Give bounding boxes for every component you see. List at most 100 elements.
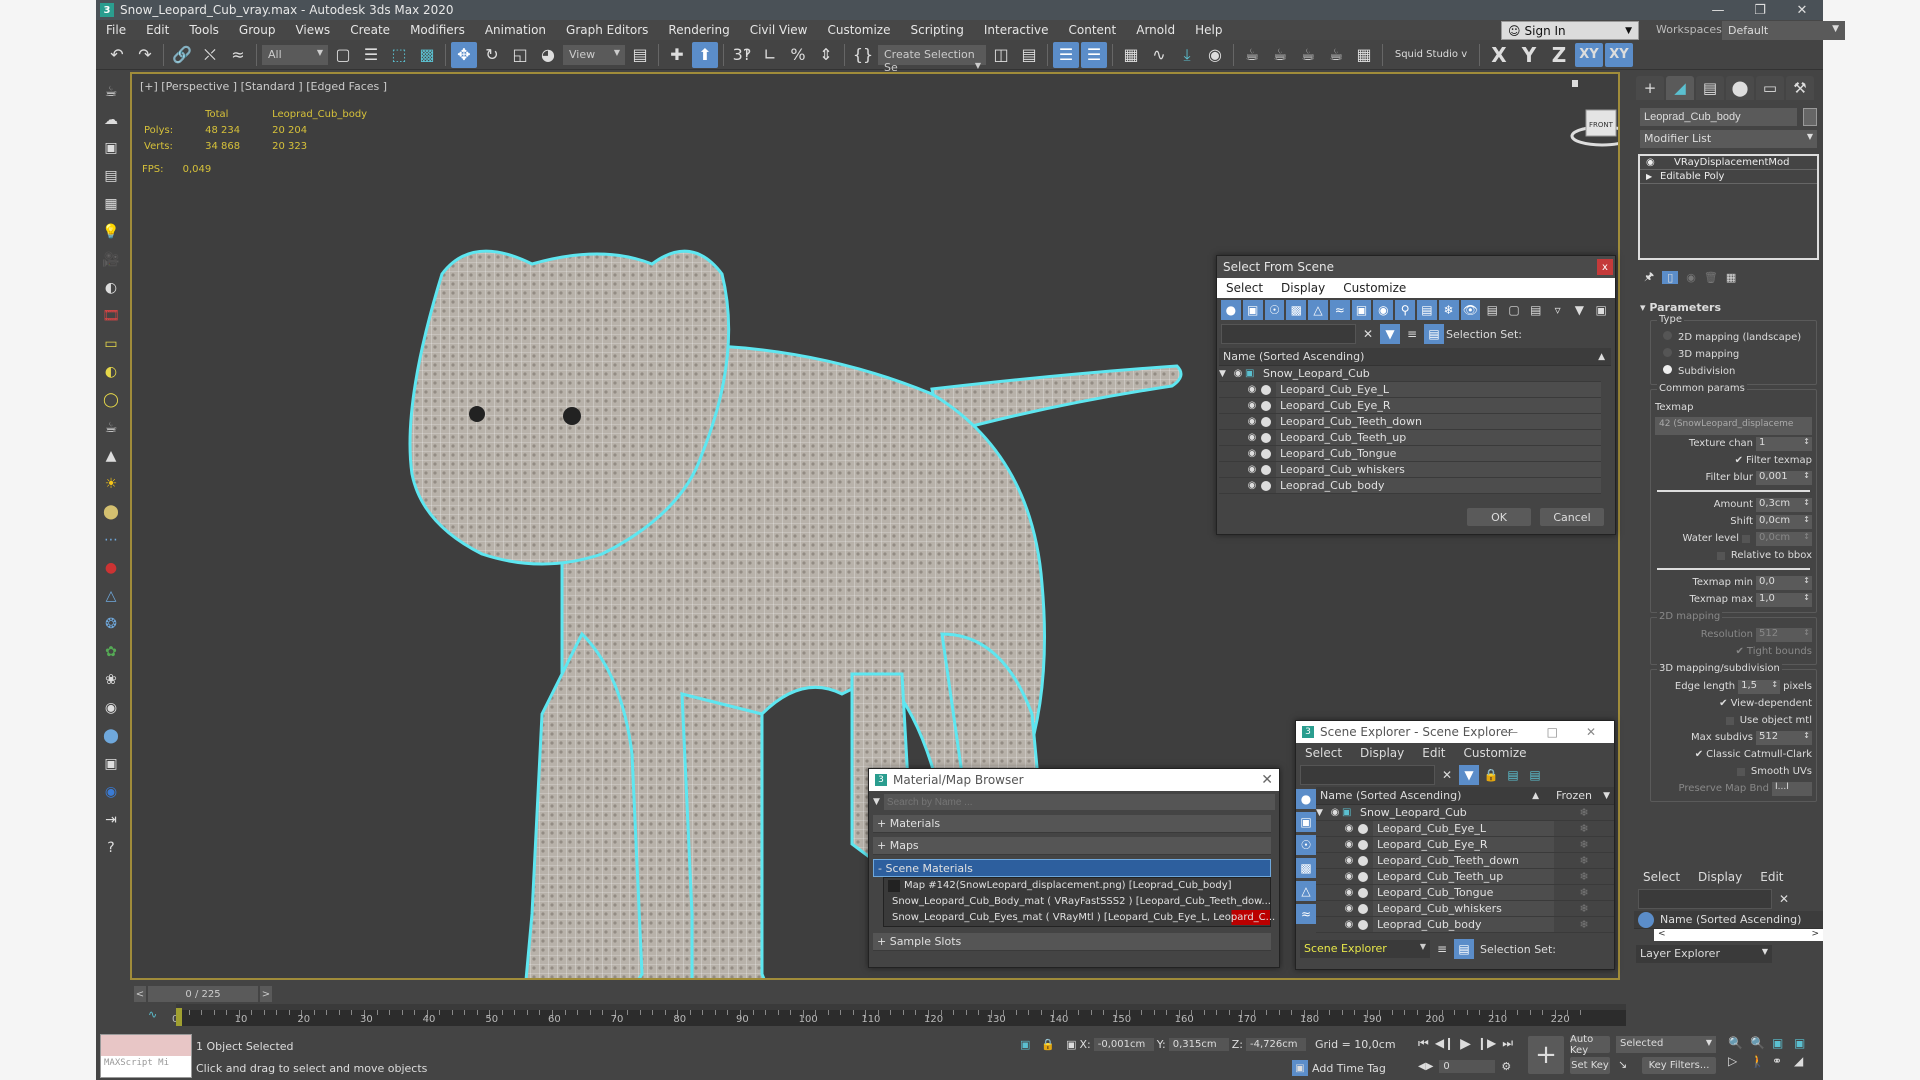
filter-selection-icon[interactable]: ▼ — [1459, 765, 1479, 785]
eye-icon[interactable]: ◉ — [1245, 480, 1259, 491]
tree-row-root[interactable]: ▼ ◉ ▣ Snow_Leopard_Cub ❄ — [1316, 805, 1614, 821]
radio-2d-mapping[interactable]: 2D mapping (landscape) — [1663, 329, 1812, 346]
object-color-swatch[interactable] — [1803, 108, 1817, 126]
menu-civil-view[interactable]: Civil View — [740, 23, 818, 37]
selection-material-icon[interactable]: ◉ — [99, 780, 123, 803]
eye-icon[interactable]: ◉ — [1342, 887, 1356, 898]
layers-icon[interactable]: ≡ — [1432, 939, 1452, 959]
dialog-title-bar[interactable]: Select From Scene x — [1217, 256, 1615, 278]
search-input[interactable] — [1221, 324, 1356, 344]
tree-row[interactable]: ◉ Leopard_Cub_Eye_R ❄ — [1316, 837, 1614, 853]
frozen-filter-icon[interactable]: ❄ — [1438, 300, 1459, 320]
menu-views[interactable]: Views — [285, 23, 340, 37]
grass-icon[interactable]: ✿ — [99, 640, 123, 663]
menu-customize[interactable]: Customize — [1455, 746, 1536, 760]
maxscript-listener[interactable]: MAXScript Mi — [100, 1034, 192, 1078]
filter-blur-spinner[interactable]: 0,001 — [1756, 470, 1812, 485]
set-key-big-button[interactable]: + — [1528, 1036, 1564, 1074]
show-end-result-icon[interactable]: ▯ — [1662, 271, 1679, 284]
axis-constraint-toggle-button[interactable]: XY — [1605, 42, 1633, 67]
motion-tab-icon[interactable]: ⬤ — [1726, 76, 1754, 100]
menu-edit[interactable]: Edit — [1413, 746, 1454, 760]
menu-arnold[interactable]: Arnold — [1126, 23, 1185, 37]
set-key-button[interactable]: Set Key — [1570, 1057, 1610, 1074]
menu-scripting[interactable]: Scripting — [900, 23, 973, 37]
close-icon[interactable]: ✕ — [1586, 725, 1596, 739]
select-move-icon[interactable]: ✥ — [451, 41, 477, 68]
time-config-icon[interactable]: ⚙ — [1501, 1060, 1511, 1073]
helpers-filter-icon[interactable]: △ — [1296, 881, 1316, 901]
cameras-filter-icon[interactable]: ▩ — [1296, 858, 1316, 878]
plane-light-icon[interactable]: ▭ — [99, 332, 123, 355]
frozen-icon[interactable]: ❄ — [1554, 806, 1614, 819]
select-object-icon[interactable]: ▢ — [330, 42, 356, 68]
go-to-start-icon[interactable]: ⏮ — [1418, 1036, 1429, 1052]
curve-editor-mini-icon[interactable]: ∿ — [148, 1008, 157, 1021]
snaps-toggle-icon[interactable]: 3‽ — [729, 42, 755, 68]
eye-icon[interactable]: ◉ — [1245, 400, 1259, 411]
menu-modifiers[interactable]: Modifiers — [400, 23, 475, 37]
frozen-icon[interactable]: ❄ — [1554, 902, 1614, 915]
key-filters-button[interactable]: Key Filters... — [1642, 1057, 1716, 1074]
menu-rendering[interactable]: Rendering — [658, 23, 739, 37]
frozen-icon[interactable]: ❄ — [1554, 854, 1614, 867]
spinner-snap-icon[interactable]: ⇕ — [813, 42, 839, 68]
workspaces-select[interactable]: Default ▼ — [1722, 21, 1845, 40]
metaball-icon[interactable]: ● — [99, 556, 123, 579]
scene-explorer-toggle-icon[interactable]: ☰ — [1053, 41, 1079, 68]
restore-icon[interactable]: ❐ — [1739, 0, 1781, 20]
key-tangent-icon[interactable]: ↘ — [1618, 1058, 1627, 1071]
material-editor-icon[interactable]: ◉ — [1202, 42, 1228, 68]
modifier-item[interactable]: ▶ Editable Poly — [1640, 170, 1817, 184]
expand-icon[interactable]: ▼ — [1219, 369, 1231, 379]
display-all-icon[interactable]: ▤ — [1482, 300, 1502, 320]
sign-in-button[interactable]: ☺ Sign In ▼ — [1501, 21, 1639, 40]
search-by-name-input[interactable] — [883, 794, 1275, 810]
tree-row[interactable]: ◉ Leopard_Cub_whiskers — [1219, 462, 1601, 478]
pivot-center-icon[interactable]: ▤ — [627, 42, 653, 68]
y-field[interactable]: 0,315cm — [1168, 1038, 1229, 1051]
frozen-icon[interactable]: ❄ — [1554, 838, 1614, 851]
modifier-list-dropdown[interactable]: Modifier List ▼ — [1640, 130, 1817, 148]
use-object-mtl-checkbox[interactable]: Use object mtl — [1655, 712, 1812, 729]
filter-icon[interactable]: ▼ — [1603, 791, 1610, 801]
eye-icon[interactable]: ◉ — [1231, 368, 1245, 379]
current-frame-field[interactable]: 0 — [1439, 1060, 1496, 1073]
bones-filter-icon[interactable]: ⚲ — [1395, 300, 1416, 320]
groups-filter-icon[interactable]: ▣ — [1351, 300, 1372, 320]
selection-lock-icon[interactable]: 🔒 — [1041, 1038, 1055, 1051]
render-cloud-icon[interactable]: ☕ — [1323, 42, 1349, 68]
ribbon-icon[interactable]: ▦ — [1118, 42, 1144, 68]
walk-through-icon[interactable]: 🚶 — [1750, 1054, 1772, 1068]
select-by-name-icon[interactable]: ☰ — [358, 42, 384, 68]
zoom-extents-all-icon[interactable]: ▣ — [1794, 1036, 1816, 1050]
utilities-tab-icon[interactable]: ⚒ — [1786, 76, 1814, 100]
tree-row[interactable]: ◉ Leoprad_Cub_body ❄ — [1316, 917, 1614, 933]
amount-spinner[interactable]: 0,3cm — [1756, 497, 1812, 512]
material-assign-icon[interactable]: ▣ — [99, 752, 123, 775]
select-rotate-icon[interactable]: ↻ — [479, 42, 505, 68]
materials-section[interactable]: + Materials — [873, 815, 1271, 833]
home-icon[interactable] — [1572, 80, 1578, 87]
tree-row[interactable]: ◉ Leopard_Cub_Eye_R — [1219, 398, 1601, 414]
minimize-icon[interactable]: — — [1697, 0, 1739, 20]
zoom-icon[interactable]: 🔍 — [1728, 1036, 1750, 1050]
object-name-input[interactable] — [1640, 108, 1797, 126]
dialog-title-bar[interactable]: 3 Scene Explorer - Scene Explorer — □ ✕ — [1296, 721, 1614, 743]
maximize-icon[interactable]: □ — [1547, 725, 1558, 739]
add-time-tag-button[interactable]: ▣ Add Time Tag — [1292, 1060, 1386, 1076]
maxscript-input[interactable]: MAXScript Mi — [101, 1056, 191, 1070]
hidden-filter-icon[interactable]: 👁 — [1460, 300, 1481, 320]
fur-icon[interactable]: ❂ — [99, 612, 123, 635]
invert-display-icon[interactable]: ▤ — [1526, 300, 1546, 320]
eye-icon[interactable]: ◉ — [1342, 919, 1356, 930]
layer-filter-icon[interactable] — [1638, 911, 1654, 928]
cancel-button[interactable]: Cancel — [1540, 508, 1604, 526]
link-icon[interactable]: 🔗 — [169, 42, 195, 68]
texmap-button[interactable]: 42 (SnowLeopard_displaceme — [1655, 417, 1812, 435]
window-crossing-icon[interactable]: ▩ — [414, 42, 440, 68]
modifier-item[interactable]: ◉ VRayDisplacementMod — [1640, 156, 1817, 170]
scene-materials-section[interactable]: - Scene Materials — [873, 859, 1271, 877]
time-slider-handle[interactable] — [176, 1008, 182, 1026]
material-item[interactable]: Snow_Leopard_Cub_Eyes_mat ( VRayMtl ) [L… — [884, 910, 1275, 926]
